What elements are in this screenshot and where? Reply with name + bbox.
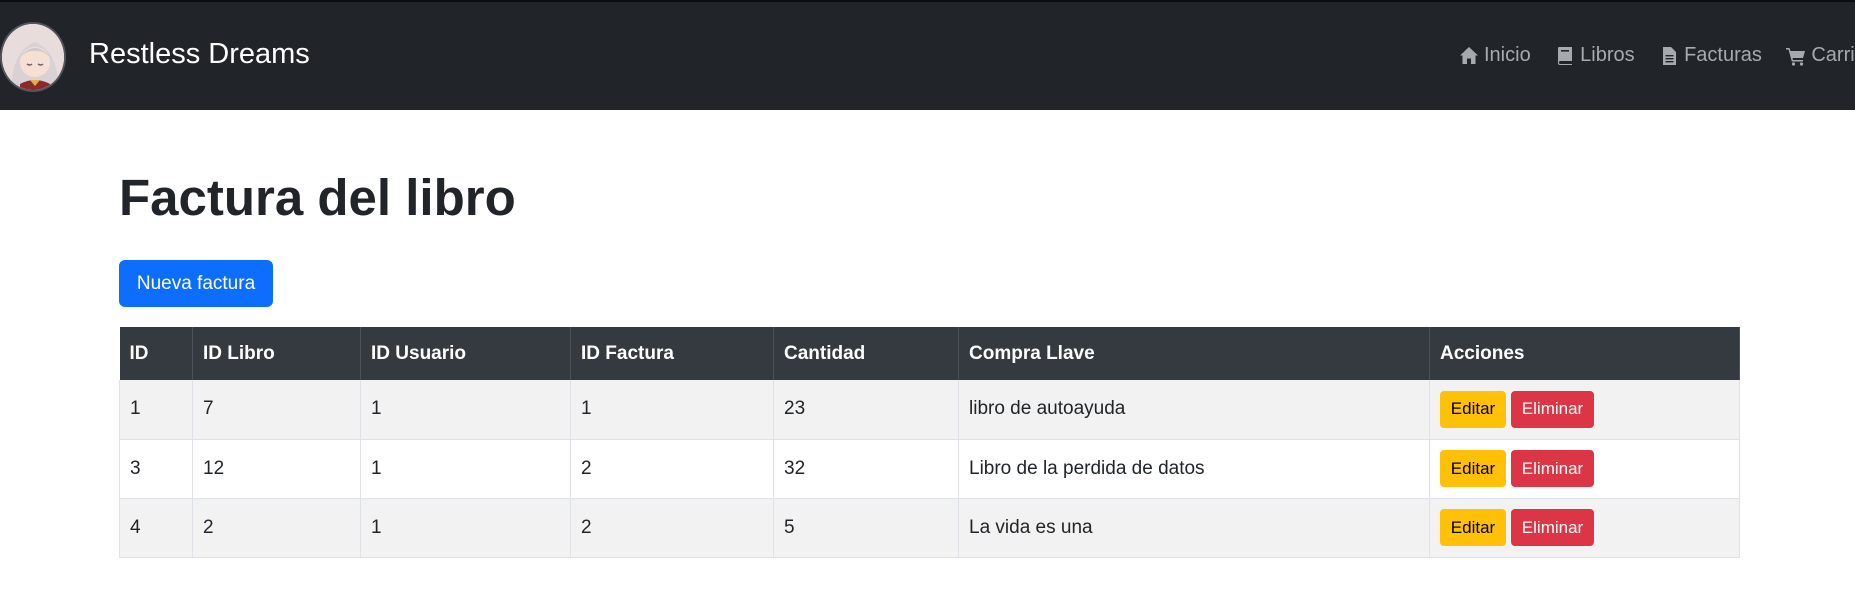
column-header-id-libro: ID Libro [192,327,361,380]
nav-link-label: Facturas [1684,44,1762,66]
delete-button[interactable]: Eliminar [1511,509,1594,546]
book-icon [1558,46,1573,65]
edit-button[interactable]: Editar [1440,390,1506,428]
column-header-cantidad: Cantidad [773,327,959,380]
cell-id: 1 [119,380,193,440]
invoice-table: ID ID Libro ID Usuario ID Factura Cantid… [119,327,1740,558]
cell-compra-llave: libro de autoayuda [958,380,1430,440]
table-row: 4 2 1 2 5 La vida es una Editar Eliminar [119,498,1740,558]
table-row: 3 12 1 2 32 Libro de la perdida de datos… [119,439,1740,499]
edit-button[interactable]: Editar [1440,509,1506,546]
cell-compra-llave: Libro de la perdida de datos [958,439,1430,499]
column-header-id-usuario: ID Usuario [360,327,571,380]
cell-acciones: Editar Eliminar [1429,439,1740,499]
cell-id: 3 [119,439,193,499]
cart-icon [1786,47,1806,66]
nav-link-label: Libros [1580,44,1635,66]
nav-link-label: Inicio [1484,44,1531,66]
nav-link-label: Carrito [1811,44,1855,66]
column-header-acciones: Acciones [1429,327,1740,380]
cell-id-libro: 2 [192,498,361,558]
new-invoice-button[interactable]: Nueva factura [119,260,273,307]
nav-links: Inicio Libros Facturas Carrito [1459,44,1855,74]
cell-cantidad: 23 [773,380,959,440]
cell-id-factura: 2 [570,439,774,499]
nav-link-carrito[interactable]: Carrito [1786,44,1855,67]
cell-acciones: Editar Eliminar [1429,380,1740,440]
cell-cantidad: 5 [773,498,959,558]
cell-id-usuario: 1 [360,380,571,440]
nav-link-facturas[interactable]: Facturas [1659,44,1762,67]
cell-id-usuario: 1 [360,439,571,499]
brand-title[interactable]: Restless Dreams [89,38,310,71]
cell-acciones: Editar Eliminar [1429,498,1740,558]
column-header-compra-llave: Compra Llave [958,327,1430,380]
navbar: Restless Dreams Inicio Libros Facturas C… [0,0,1855,110]
delete-button[interactable]: Eliminar [1511,450,1594,487]
column-header-id-factura: ID Factura [570,327,774,380]
nav-link-inicio[interactable]: Inicio [1459,44,1531,67]
cell-id-libro: 12 [192,439,361,499]
cell-id-libro: 7 [192,380,361,440]
delete-button[interactable]: Eliminar [1511,390,1594,428]
home-icon [1460,46,1478,64]
table-header-row: ID ID Libro ID Usuario ID Factura Cantid… [119,327,1740,380]
cell-id: 4 [119,498,193,558]
cell-id-factura: 2 [570,498,774,558]
edit-button[interactable]: Editar [1440,450,1506,487]
cell-cantidad: 32 [773,439,959,499]
file-text-icon [1663,46,1677,65]
avatar[interactable] [0,22,66,92]
column-header-id: ID [119,327,193,380]
cell-id-factura: 1 [570,380,774,440]
cell-id-usuario: 1 [360,498,571,558]
nav-link-libros[interactable]: Libros [1555,44,1635,67]
table-row: 1 7 1 1 23 libro de autoayuda Editar Elim… [119,380,1740,440]
cell-compra-llave: La vida es una [958,498,1430,558]
page-title: Factura del libro [119,169,516,226]
